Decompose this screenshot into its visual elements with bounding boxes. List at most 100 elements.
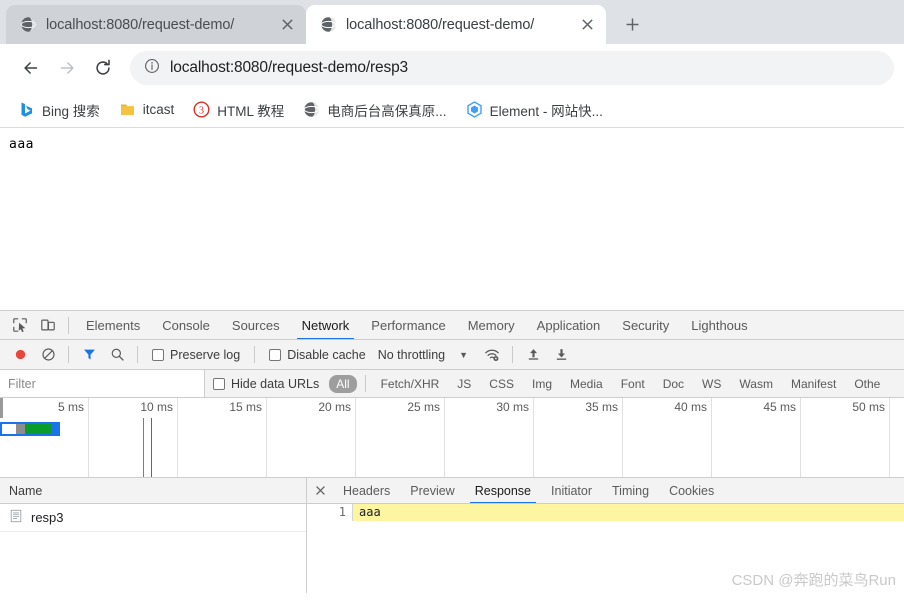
info-circle-icon[interactable] bbox=[144, 58, 160, 79]
type-filter-wasm[interactable]: Wasm bbox=[732, 375, 780, 393]
watermark: CSDN @奔跑的菜鸟Run bbox=[732, 569, 896, 590]
devtools-tab-sources[interactable]: Sources bbox=[221, 311, 291, 340]
timeline-tick: 40 ms bbox=[623, 398, 712, 477]
devtools-tab-console[interactable]: Console bbox=[151, 311, 221, 340]
import-har-icon[interactable] bbox=[519, 342, 547, 368]
code-line: 1 aaa bbox=[307, 504, 904, 521]
tick-label: 20 ms bbox=[318, 400, 351, 414]
timeline-tick: 25 ms bbox=[356, 398, 445, 477]
bookmark-item-ecommerce[interactable]: 电商后台高保真原... bbox=[295, 96, 454, 124]
filter-input[interactable]: Filter bbox=[0, 370, 205, 397]
type-filter-other[interactable]: Othe bbox=[847, 375, 887, 393]
checkbox-box[interactable] bbox=[152, 349, 164, 361]
tab-label: Sources bbox=[232, 318, 280, 333]
tab-label: Elements bbox=[86, 318, 140, 333]
request-list-header[interactable]: Name bbox=[0, 478, 306, 504]
type-filter-manifest[interactable]: Manifest bbox=[784, 375, 843, 393]
address-bar[interactable]: localhost:8080/request-demo/resp3 bbox=[130, 51, 894, 85]
address-bar-text[interactable]: localhost:8080/request-demo/resp3 bbox=[170, 59, 408, 77]
device-toolbar-icon[interactable] bbox=[34, 312, 62, 338]
wifi-settings-icon[interactable] bbox=[478, 342, 506, 368]
divider bbox=[68, 317, 69, 334]
type-filter-img[interactable]: Img bbox=[525, 375, 559, 393]
tab-strip: localhost:8080/request-demo/ localhost:8… bbox=[0, 0, 904, 44]
chevron-down-icon[interactable]: ▼ bbox=[445, 350, 478, 360]
devtools-tab-application[interactable]: Application bbox=[526, 311, 612, 340]
document-icon bbox=[9, 509, 23, 526]
type-filter-fetch-xhr[interactable]: Fetch/XHR bbox=[374, 375, 447, 393]
checkbox-label: Disable cache bbox=[287, 348, 366, 362]
divider bbox=[365, 375, 366, 392]
bookmark-item-itcast[interactable]: itcast bbox=[111, 97, 183, 122]
detail-tab-preview[interactable]: Preview bbox=[400, 478, 464, 504]
tick-label: 5 ms bbox=[58, 400, 84, 414]
filter-funnel-icon[interactable] bbox=[75, 342, 103, 368]
tab-label: Headers bbox=[343, 484, 390, 498]
type-filter-doc[interactable]: Doc bbox=[656, 375, 691, 393]
browser-tab-1[interactable]: localhost:8080/request-demo/ bbox=[6, 5, 306, 44]
timeline-tick: 35 ms bbox=[534, 398, 623, 477]
detail-tab-cookies[interactable]: Cookies bbox=[659, 478, 724, 504]
devtools-tab-lighthouse[interactable]: Lighthous bbox=[680, 311, 758, 340]
inspect-element-icon[interactable] bbox=[6, 312, 34, 338]
tab-label: Security bbox=[622, 318, 669, 333]
waterfall-waiting-segment bbox=[2, 424, 16, 434]
devtools-tab-memory[interactable]: Memory bbox=[457, 311, 526, 340]
network-overview-timeline[interactable]: 5 ms 10 ms 15 ms 20 ms 25 ms 30 ms 35 ms… bbox=[0, 398, 904, 478]
type-filter-ws[interactable]: WS bbox=[695, 375, 728, 393]
table-row[interactable]: resp3 bbox=[0, 504, 306, 532]
devtools-tab-network[interactable]: Network bbox=[291, 311, 361, 340]
tab-label: Network bbox=[302, 318, 350, 333]
detail-tab-response[interactable]: Response bbox=[465, 478, 541, 504]
response-body-viewer[interactable]: 1 aaa CSDN @奔跑的菜鸟Run bbox=[307, 504, 904, 593]
devtools-tab-performance[interactable]: Performance bbox=[360, 311, 456, 340]
type-filter-font[interactable]: Font bbox=[614, 375, 652, 393]
line-number: 1 bbox=[307, 504, 353, 521]
devtools-tab-security[interactable]: Security bbox=[611, 311, 680, 340]
checkbox-label: Hide data URLs bbox=[231, 377, 319, 391]
detail-tab-initiator[interactable]: Initiator bbox=[541, 478, 602, 504]
detail-tab-timing[interactable]: Timing bbox=[602, 478, 659, 504]
type-filter-css[interactable]: CSS bbox=[482, 375, 521, 393]
devtools-panel: Elements Console Sources Network Perform… bbox=[0, 310, 904, 593]
type-filter-js[interactable]: JS bbox=[450, 375, 478, 393]
timeline-tick: 45 ms bbox=[712, 398, 801, 477]
tab-label: Timing bbox=[612, 484, 649, 498]
divider bbox=[137, 346, 138, 363]
waterfall-download-segment bbox=[25, 424, 51, 434]
search-icon[interactable] bbox=[103, 342, 131, 368]
record-button-icon[interactable] bbox=[6, 342, 34, 368]
checkbox-box[interactable] bbox=[213, 378, 225, 390]
disable-cache-checkbox[interactable]: Disable cache bbox=[261, 348, 374, 362]
browser-tab-2[interactable]: localhost:8080/request-demo/ bbox=[306, 5, 606, 44]
hide-data-urls-checkbox[interactable]: Hide data URLs bbox=[205, 377, 327, 391]
waterfall-stalled-segment bbox=[16, 424, 25, 434]
detail-tab-headers[interactable]: Headers bbox=[333, 478, 400, 504]
bookmark-item-bing[interactable]: Bing 搜索 bbox=[10, 96, 108, 124]
bookmark-label: HTML 教程 bbox=[217, 100, 284, 120]
bookmark-item-element[interactable]: Element - 网站快... bbox=[458, 96, 611, 124]
checkbox-box[interactable] bbox=[269, 349, 281, 361]
preserve-log-checkbox[interactable]: Preserve log bbox=[144, 348, 248, 362]
devtools-tab-elements[interactable]: Elements bbox=[75, 311, 151, 340]
bookmark-label: Element - 网站快... bbox=[490, 100, 603, 120]
tab-label: Console bbox=[162, 318, 210, 333]
back-arrow-icon[interactable] bbox=[14, 51, 48, 85]
request-detail-pane: Headers Preview Response Initiator Timin… bbox=[307, 478, 904, 593]
tick-label: 15 ms bbox=[229, 400, 262, 414]
close-icon[interactable] bbox=[578, 16, 596, 34]
throttling-select-value[interactable]: No throttling bbox=[374, 348, 445, 362]
forward-arrow-icon bbox=[50, 51, 84, 85]
bookmark-item-html-tutorial[interactable]: 3 HTML 教程 bbox=[185, 96, 292, 124]
close-icon[interactable] bbox=[278, 16, 296, 34]
close-icon[interactable] bbox=[307, 478, 333, 504]
reload-icon[interactable] bbox=[86, 51, 120, 85]
type-filter-all[interactable]: All bbox=[329, 375, 356, 393]
page-body-text: aaa bbox=[9, 137, 904, 152]
type-filter-media[interactable]: Media bbox=[563, 375, 610, 393]
export-har-icon[interactable] bbox=[547, 342, 575, 368]
overview-request-bar[interactable] bbox=[0, 422, 60, 436]
browser-toolbar: localhost:8080/request-demo/resp3 bbox=[0, 44, 904, 92]
new-tab-button[interactable] bbox=[616, 8, 648, 40]
clear-icon[interactable] bbox=[34, 342, 62, 368]
